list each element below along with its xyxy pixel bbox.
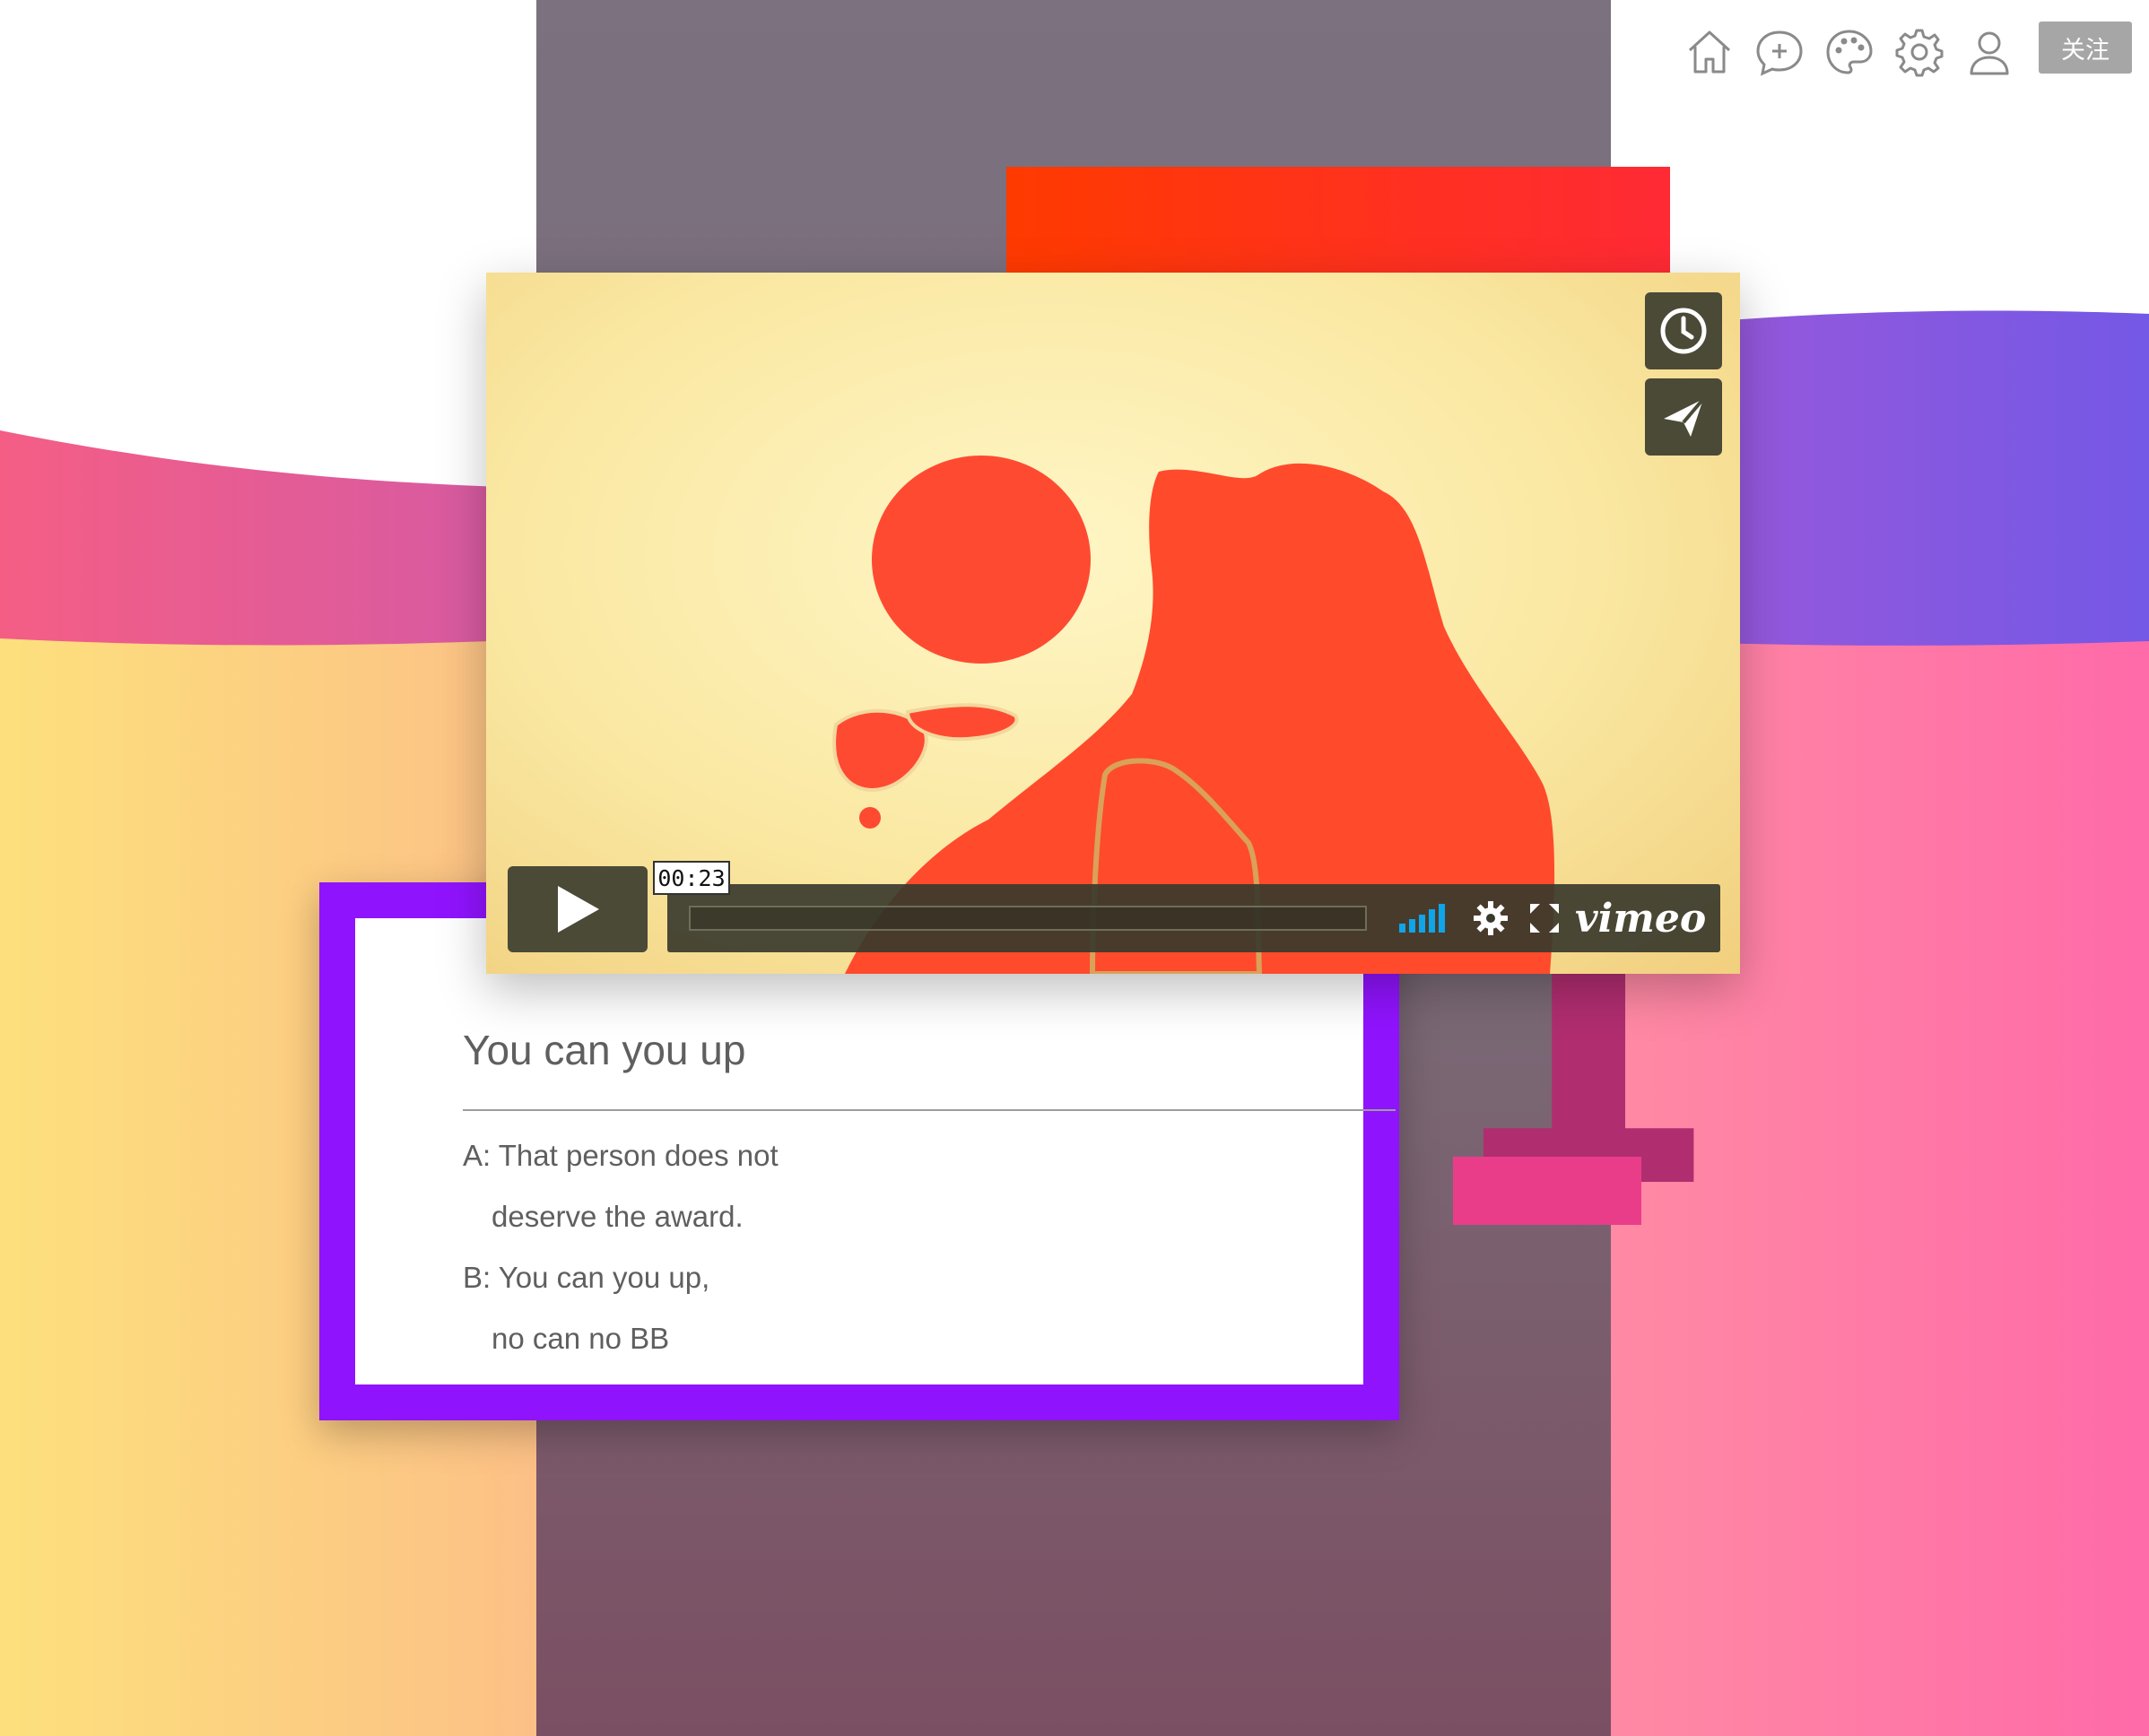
red-accent-strip [1006,167,1670,274]
art-drop [859,807,881,829]
top-toolbar: 关注 [1683,22,2132,93]
chat-add-icon[interactable] [1753,25,1806,79]
gear-icon[interactable] [1892,25,1946,79]
lyric-line: B: You can you up, [463,1261,709,1295]
lyric-line: deserve the award. [492,1200,744,1234]
palette-icon[interactable] [1823,25,1876,79]
play-icon [558,886,599,933]
share-button[interactable] [1645,378,1722,456]
fullscreen-icon[interactable] [1530,904,1559,933]
lyric-text: no can no BB [492,1322,670,1355]
control-bar: vimeo [667,884,1720,952]
lyric-title: You can you up [463,1027,746,1073]
video-player[interactable]: vimeo 00:23 [486,273,1740,974]
play-button[interactable] [508,866,648,952]
clock-icon [1660,308,1707,354]
lyric-line: A: That person does not [463,1139,779,1173]
home-icon[interactable] [1683,25,1736,79]
progress-track[interactable] [689,906,1367,931]
digit-one-base [1453,1157,1641,1225]
lyric-divider [463,1109,1396,1111]
lyric-text: You can you up, [498,1261,710,1294]
time-tooltip: 00:23 [653,861,730,895]
lyric-card-body: You can you up A: That person does not d… [355,918,1396,1384]
vimeo-logo[interactable]: vimeo [1575,897,1710,942]
lyric-speaker: A: [463,1139,492,1172]
watch-later-button[interactable] [1645,292,1722,369]
send-icon [1664,397,1705,437]
follow-button[interactable]: 关注 [2039,22,2132,74]
lyric-speaker: B: [463,1261,492,1294]
settings-icon[interactable] [1473,900,1509,936]
user-icon[interactable] [1962,25,2016,79]
lyric-text: deserve the award. [492,1200,744,1233]
volume-icon[interactable] [1399,904,1453,933]
wave-left [0,430,556,646]
art-head [872,456,1091,664]
lyric-text: That person does not [498,1139,779,1172]
lyric-line: no can no BB [492,1322,669,1356]
